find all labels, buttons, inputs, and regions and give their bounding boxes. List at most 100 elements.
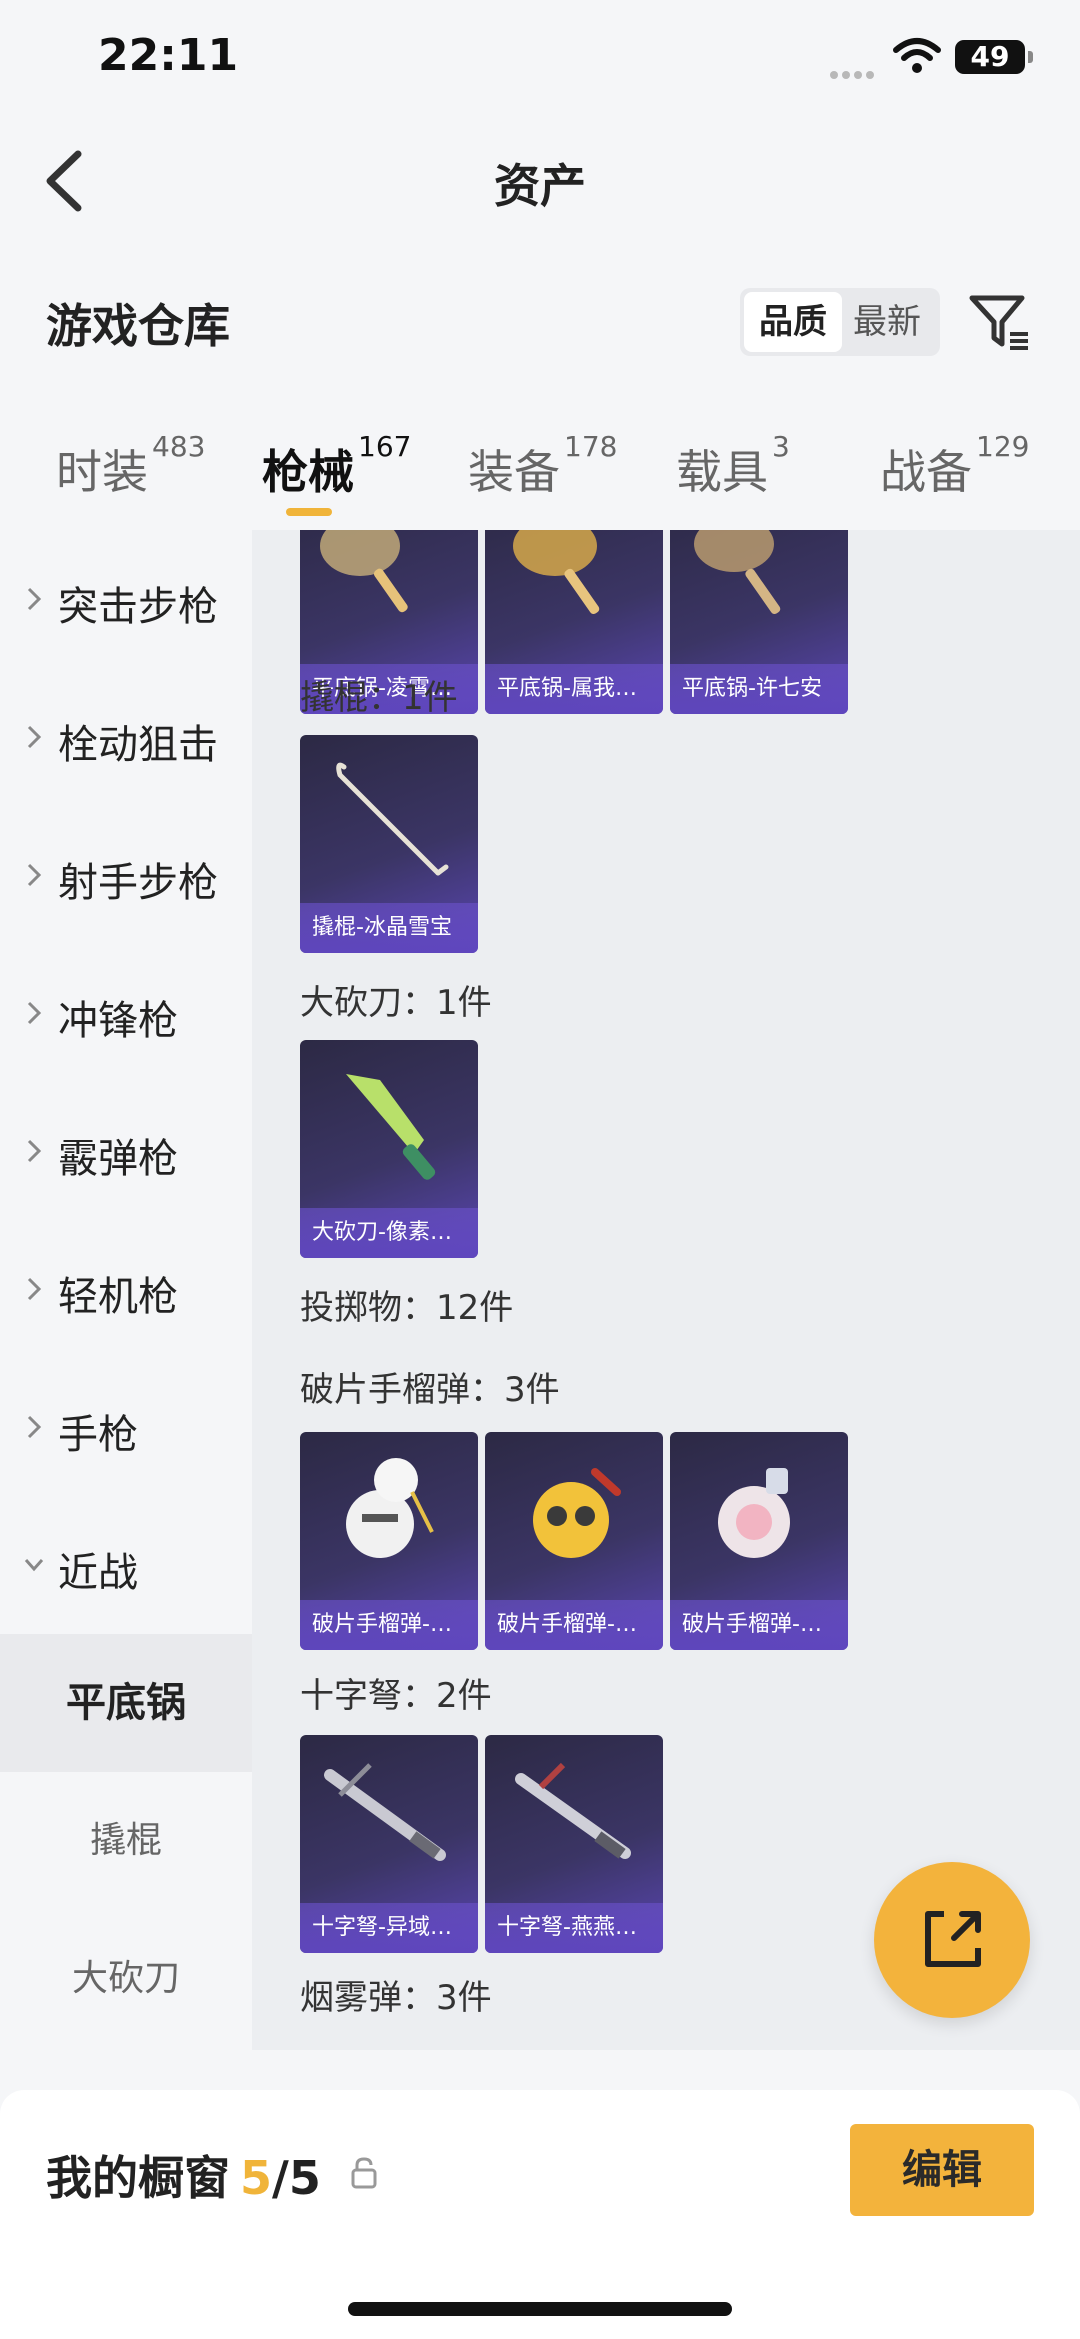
chevron-down-icon — [24, 1559, 44, 1572]
showcase-count-current: 5 — [240, 2151, 273, 2205]
item-image — [515, 1762, 631, 1859]
sidebar-item-label: 栓动狙击 — [58, 722, 218, 768]
section-title: 大砍刀：1件 — [300, 983, 492, 1023]
battery-icon: 49 — [955, 40, 1033, 74]
item-name: 平底锅-属我… — [485, 664, 663, 714]
tab-firearms[interactable]: 枪械 167 — [262, 430, 411, 502]
item-image — [533, 1468, 621, 1558]
sidebar-item-label: 手枪 — [58, 1412, 138, 1458]
showcase-label: 我的橱窗 5/5 — [46, 2142, 321, 2208]
sidebar-item-shotgun[interactable]: 霰弹枪 — [0, 1082, 252, 1220]
sidebar-item-label: 冲锋枪 — [58, 998, 178, 1044]
tab-label: 装备 — [468, 445, 560, 499]
chevron-right-icon — [27, 587, 42, 611]
item-image — [694, 530, 781, 615]
sidebar-item-label: 霰弹枪 — [58, 1136, 178, 1182]
status-time: 22:11 — [98, 30, 239, 81]
sidebar: 突击步枪 栓动狙击 射手步枪 冲锋枪 霰弹枪 轻机枪 手枪 近战 平底锅 撬棍 … — [0, 530, 252, 2050]
sidebar-item-bolt-sniper[interactable]: 栓动狙击 — [0, 668, 252, 806]
sidebar-sub-crowbar[interactable]: 撬棍 — [0, 1772, 252, 1910]
item-image — [513, 530, 600, 615]
item-name: 撬棍-冰晶雪宝 — [300, 903, 478, 953]
item-image — [718, 1468, 790, 1558]
sidebar-sub-pan[interactable]: 平底锅 — [0, 1634, 252, 1772]
section-title: 撬棍：1件 — [300, 678, 458, 718]
sidebar-item-label: 射手步枪 — [58, 860, 218, 906]
item-image — [320, 530, 408, 613]
chevron-right-icon — [27, 725, 42, 749]
item-image — [336, 762, 449, 876]
item-card[interactable]: 十字弩-燕燕… — [485, 1735, 663, 1953]
item-name: 十字弩-燕燕… — [485, 1903, 663, 1953]
item-card[interactable]: 破片手榴弹-… — [485, 1432, 663, 1650]
item-name: 破片手榴弹-… — [670, 1600, 848, 1650]
chevron-right-icon — [27, 1415, 42, 1439]
home-indicator — [348, 2302, 732, 2316]
wifi-icon — [893, 38, 941, 73]
sidebar-item-label: 突击步枪 — [58, 584, 218, 630]
nav-bar: 资产 — [0, 120, 1080, 240]
sidebar-sub-machete[interactable]: 大砍刀 — [0, 1910, 252, 2048]
chevron-right-icon — [27, 1277, 42, 1301]
page-title: 资产 — [494, 159, 586, 213]
showcase-title: 我的橱窗 — [46, 2151, 230, 2205]
item-image — [346, 1458, 434, 1558]
item-card[interactable]: 撬棍-冰晶雪宝 — [300, 735, 478, 953]
item-card[interactable]: 破片手榴弹-… — [670, 1432, 848, 1650]
section-title: 十字弩：2件 — [300, 1676, 492, 1716]
tab-count: 178 — [564, 430, 618, 463]
share-button[interactable] — [874, 1862, 1030, 2018]
category-tabs: 时装 483 枪械 167 装备 178 载具 3 战备 129 — [0, 410, 1080, 530]
status-bar: 22:11 49 — [0, 0, 1080, 120]
item-card[interactable]: 大砍刀-像素… — [300, 1040, 478, 1258]
signal-dots-icon — [830, 64, 882, 79]
tab-active-indicator — [286, 508, 332, 516]
showcase-count-total: /5 — [272, 2151, 321, 2205]
item-image — [346, 1074, 436, 1180]
sidebar-item-assault-rifle[interactable]: 突击步枪 — [0, 530, 252, 668]
item-card[interactable]: 平底锅-属我… — [485, 530, 663, 714]
showcase-count: 5/5 — [240, 2151, 321, 2205]
tab-count: 129 — [976, 430, 1030, 463]
chevron-right-icon — [27, 863, 42, 887]
tab-label: 载具 — [676, 445, 768, 499]
chevron-right-icon — [27, 1001, 42, 1025]
item-name: 破片手榴弹-… — [300, 1600, 478, 1650]
item-name: 平底锅-许七安 — [670, 664, 848, 714]
item-card[interactable]: 平底锅-许七安 — [670, 530, 848, 714]
item-card[interactable]: 破片手榴弹-… — [300, 1432, 478, 1650]
item-name: 大砍刀-像素… — [300, 1208, 478, 1258]
tab-vehicles[interactable]: 载具 3 — [676, 430, 790, 502]
share-external-icon — [925, 1911, 981, 1967]
section-title: 投掷物：12件 — [300, 1288, 514, 1328]
item-name: 破片手榴弹-… — [485, 1600, 663, 1650]
item-name: 十字弩-异域… — [300, 1903, 478, 1953]
tab-count: 167 — [358, 430, 412, 463]
item-image — [324, 1763, 446, 1861]
sidebar-item-smg[interactable]: 冲锋枪 — [0, 944, 252, 1082]
chevron-right-icon — [27, 1139, 42, 1163]
tab-supplies[interactable]: 战备 129 — [880, 430, 1029, 502]
tab-equipment[interactable]: 装备 178 — [468, 430, 617, 502]
tab-label: 时装 — [56, 445, 148, 499]
tab-label: 枪械 — [262, 445, 354, 499]
warehouse-title: 游戏仓库 — [46, 299, 230, 353]
edit-button[interactable]: 编辑 — [850, 2124, 1034, 2216]
tab-count: 483 — [152, 430, 206, 463]
sort-latest-button[interactable]: 最新 — [838, 292, 936, 352]
tab-count: 3 — [772, 430, 790, 463]
sidebar-item-label: 近战 — [58, 1550, 138, 1596]
item-card[interactable]: 十字弩-异域… — [300, 1735, 478, 1953]
sidebar-item-marksman-rifle[interactable]: 射手步枪 — [0, 806, 252, 944]
tab-label: 战备 — [880, 445, 972, 499]
section-title: 破片手榴弹：3件 — [300, 1370, 560, 1410]
tab-fashion[interactable]: 时装 483 — [56, 430, 205, 502]
lock-icon — [351, 2157, 377, 2189]
sidebar-item-lmg[interactable]: 轻机枪 — [0, 1220, 252, 1358]
sort-toggle: 品质 最新 — [740, 288, 940, 356]
sidebar-item-melee[interactable]: 近战 — [0, 1496, 252, 1634]
item-list: 平底锅-凌霄… 平底锅-属我… 平底锅-许七安 撬棍：1件 撬棍-冰晶雪宝 大砍… — [252, 530, 1080, 2050]
filter-icon[interactable] — [966, 288, 1032, 354]
sidebar-item-pistol[interactable]: 手枪 — [0, 1358, 252, 1496]
sort-quality-button[interactable]: 品质 — [744, 292, 842, 352]
